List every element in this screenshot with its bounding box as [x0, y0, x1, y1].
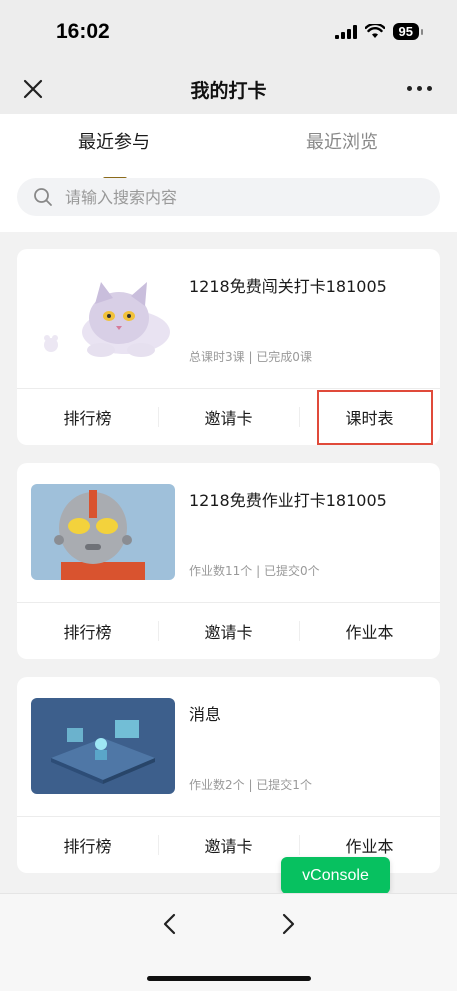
- card-title: 1218免费闯关打卡181005: [189, 277, 387, 296]
- homework-button[interactable]: 作业本: [299, 603, 440, 659]
- search-bar[interactable]: [17, 178, 440, 216]
- bottom-nav-bar: [0, 893, 457, 991]
- card-title: 1218免费作业打卡181005: [189, 491, 387, 510]
- status-icons: 95: [334, 23, 424, 40]
- tab-recent-viewed[interactable]: 最近浏览: [306, 128, 378, 154]
- isometric-tech-illustration: [31, 698, 175, 794]
- back-arrow-icon[interactable]: [160, 912, 180, 936]
- more-dot: [427, 85, 432, 91]
- checkin-card[interactable]: 1218免费闯关打卡181005 总课时3课 | 已完成0课 排行榜 邀请卡 课…: [17, 249, 440, 445]
- search-input[interactable]: [65, 178, 425, 216]
- status-bar: 16:02 95: [0, 0, 457, 64]
- card-actions: 排行榜 邀请卡 作业本: [17, 603, 440, 659]
- card-meta: 作业数2个 | 已提交1个: [189, 778, 312, 792]
- battery-icon: 95: [392, 23, 424, 40]
- checkin-card[interactable]: 1218免费作业打卡181005 作业数11个 | 已提交0个 排行榜 邀请卡 …: [17, 463, 440, 659]
- card-meta: 作业数11个 | 已提交0个: [189, 564, 320, 578]
- leaderboard-button[interactable]: 排行榜: [17, 389, 158, 445]
- leaderboard-button[interactable]: 排行榜: [17, 603, 158, 659]
- robot-hero-illustration: [31, 484, 175, 580]
- signal-icon: [334, 24, 357, 39]
- tab-bar: 最近参与 最近浏览: [0, 128, 457, 181]
- more-dot: [417, 85, 422, 91]
- card-actions: 排行榜 邀请卡 课时表: [17, 389, 440, 445]
- home-indicator[interactable]: [147, 976, 311, 981]
- schedule-button[interactable]: 课时表: [299, 389, 440, 445]
- more-icon[interactable]: [407, 78, 437, 98]
- search-icon: [34, 188, 52, 206]
- card-thumbnail-tech: [31, 698, 175, 794]
- page-title: 我的打卡: [190, 80, 267, 102]
- more-dot: [407, 85, 412, 91]
- top-panel: 最近参与 最近浏览: [0, 114, 457, 232]
- card-title: 消息: [189, 705, 222, 724]
- invite-card-button[interactable]: 邀请卡: [158, 603, 299, 659]
- nav-bar: 我的打卡: [0, 64, 457, 114]
- invite-card-button[interactable]: 邀请卡: [158, 817, 299, 873]
- card-thumbnail-robot: [31, 484, 175, 580]
- cat-illustration: [31, 270, 175, 366]
- invite-card-button[interactable]: 邀请卡: [158, 389, 299, 445]
- forward-arrow-icon[interactable]: [278, 912, 298, 936]
- card-meta: 总课时3课 | 已完成0课: [189, 350, 312, 364]
- tab-recent-joined[interactable]: 最近参与: [78, 128, 150, 154]
- leaderboard-button[interactable]: 排行榜: [17, 817, 158, 873]
- card-thumbnail-cat: [31, 270, 175, 366]
- vconsole-button[interactable]: vConsole: [281, 857, 390, 894]
- wifi-icon: [364, 24, 385, 38]
- status-time: 16:02: [56, 20, 110, 43]
- checkin-card[interactable]: 消息 作业数2个 | 已提交1个 排行榜 邀请卡 作业本: [17, 677, 440, 873]
